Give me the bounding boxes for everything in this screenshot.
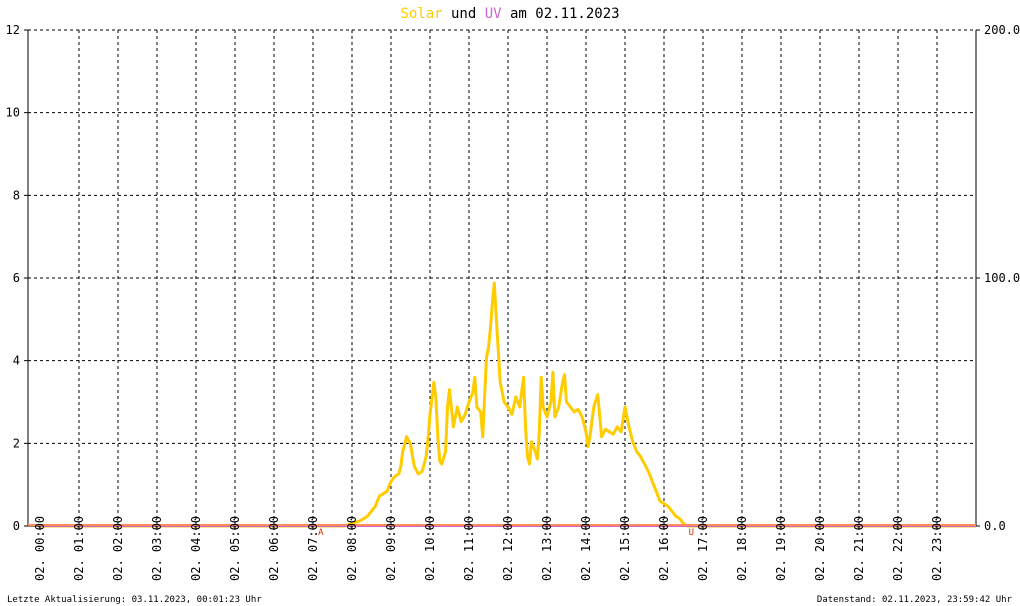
x-tick-label: 02. 05:00 bbox=[228, 516, 242, 581]
x-tick-label: 02. 10:00 bbox=[423, 516, 437, 581]
x-tick-label: 02. 07:00 bbox=[306, 516, 320, 581]
y-left-tick-label: 8 bbox=[13, 188, 20, 202]
footer-last-update: Letzte Aktualisierung: 03.11.2023, 00:01… bbox=[7, 595, 262, 605]
x-tick-label: 02. 11:00 bbox=[462, 516, 476, 581]
y-right-tick-label: 200.0 bbox=[984, 23, 1020, 37]
x-tick-label: 02. 17:00 bbox=[696, 516, 710, 581]
x-tick-label: 02. 14:00 bbox=[579, 516, 593, 581]
y-left-tick-label: 4 bbox=[13, 354, 20, 368]
x-tick-label: 02. 03:00 bbox=[150, 516, 164, 581]
y-left-tick-label: 6 bbox=[13, 271, 20, 285]
x-tick-label: 02. 08:00 bbox=[345, 516, 359, 581]
x-tick-label: 02. 12:00 bbox=[501, 516, 515, 581]
x-tick-label: 02. 16:00 bbox=[657, 516, 671, 581]
x-tick-label: 02. 09:00 bbox=[384, 516, 398, 581]
title-solar: Solar bbox=[400, 6, 442, 22]
chart-svg: Solar und UV am 02.11.2023 02. 00:00 02. … bbox=[0, 0, 1020, 606]
x-tick-label: 02. 20:00 bbox=[813, 516, 827, 581]
footer-data-status: Datenstand: 02.11.2023, 23:59:42 Uhr bbox=[817, 595, 1013, 605]
x-tick-label: 02. 04:00 bbox=[189, 516, 203, 581]
y-left-tick-label: 0 bbox=[13, 519, 20, 533]
x-tick-label: 02. 23:00 bbox=[930, 516, 944, 581]
x-tick-label: 02. 13:00 bbox=[540, 516, 554, 581]
title-und: und bbox=[443, 6, 485, 22]
x-tick-label: 02. 06:00 bbox=[267, 516, 281, 581]
y-left-tick-label: 10 bbox=[6, 106, 20, 120]
x-tick-label: 02. 01:00 bbox=[72, 516, 86, 581]
marker-a: A bbox=[318, 528, 324, 538]
chart-background bbox=[0, 0, 1020, 606]
x-tick-label: 02. 00:00 bbox=[33, 516, 47, 581]
title-uv: UV bbox=[485, 6, 502, 22]
y-left-tick-label: 2 bbox=[13, 436, 20, 450]
y-right-tick-label: 100.0 bbox=[984, 271, 1020, 285]
title-date: am 02.11.2023 bbox=[502, 6, 620, 22]
x-tick-label: 02. 19:00 bbox=[774, 516, 788, 581]
x-tick-label: 02. 22:00 bbox=[891, 516, 905, 581]
x-tick-label: 02. 02:00 bbox=[111, 516, 125, 581]
y-left-tick-label: 12 bbox=[6, 23, 20, 37]
x-tick-label: 02. 18:00 bbox=[735, 516, 749, 581]
x-tick-label: 02. 15:00 bbox=[618, 516, 632, 581]
y-right-tick-label: 0.0 bbox=[984, 519, 1006, 533]
chart-title: Solar und UV am 02.11.2023 bbox=[400, 6, 619, 22]
marker-u: U bbox=[689, 528, 694, 538]
x-tick-label: 02. 21:00 bbox=[852, 516, 866, 581]
